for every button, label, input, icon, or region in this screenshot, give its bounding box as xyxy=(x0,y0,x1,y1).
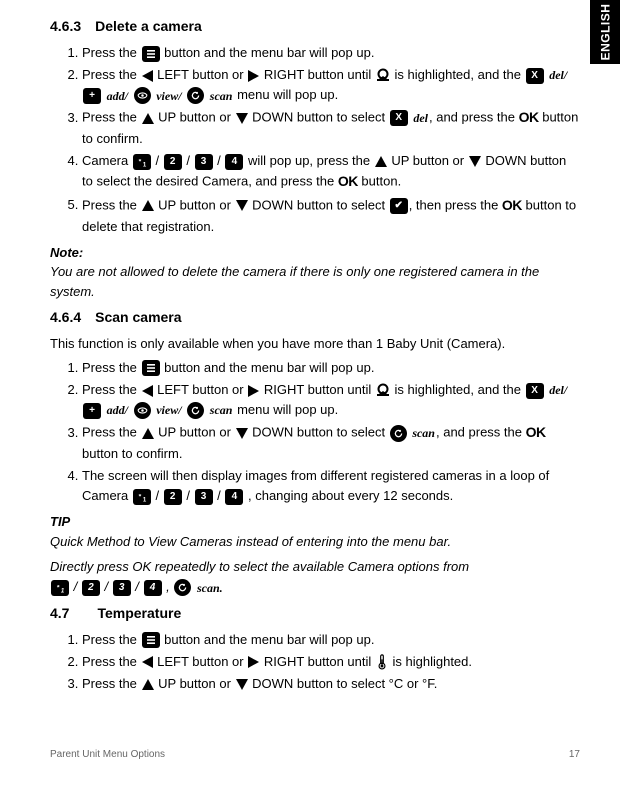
left-icon xyxy=(142,70,153,82)
list-item: Press the button and the menu bar will p… xyxy=(82,43,580,63)
list-item: The screen will then display images from… xyxy=(82,466,580,506)
ok-icon: OK xyxy=(502,197,522,213)
list-item: Press the UP button or DOWN button to se… xyxy=(82,674,580,694)
list-item: Camera *1 / 2 / 3 / 4 will pop up, press… xyxy=(82,151,580,193)
note-text: You are not allowed to delete the camera… xyxy=(50,262,580,301)
list-item: Press the UP button or DOWN button to se… xyxy=(82,107,580,149)
down-icon xyxy=(236,679,248,690)
up-icon xyxy=(142,200,154,211)
n4-icon: 4 xyxy=(225,489,243,505)
n3-icon: 3 xyxy=(113,580,131,596)
list-item: Press the LEFT button or RIGHT button un… xyxy=(82,65,580,105)
svg-text:1: 1 xyxy=(61,588,65,594)
page-footer: Parent Unit Menu Options 17 xyxy=(50,747,580,762)
right-icon xyxy=(248,656,259,668)
heading-464: 4.6.4Scan camera xyxy=(50,307,580,328)
check-icon: ✔ xyxy=(390,198,408,214)
list-item: Press the LEFT button or RIGHT button un… xyxy=(82,652,580,672)
tip-text: Quick Method to View Cameras instead of … xyxy=(50,532,580,552)
x-icon: X xyxy=(526,383,544,399)
tip-heading: TIP xyxy=(50,512,580,532)
list-item: Press the button and the menu bar will p… xyxy=(82,630,580,650)
up-icon xyxy=(375,156,387,167)
steps-463: Press the button and the menu bar will p… xyxy=(50,43,580,237)
up-icon xyxy=(142,679,154,690)
x-icon: X xyxy=(526,68,544,84)
svg-text:1: 1 xyxy=(143,497,147,503)
scan-icon xyxy=(390,425,407,442)
ok-icon: OK xyxy=(519,109,539,125)
svg-text:*: * xyxy=(57,584,60,591)
thermometer-icon xyxy=(375,654,389,670)
x-icon: X xyxy=(390,110,408,126)
eye-icon xyxy=(134,87,151,104)
n1-icon: *1 xyxy=(133,489,151,505)
up-icon xyxy=(142,428,154,439)
heading-47: 4.7Temperature xyxy=(50,603,580,624)
steps-47: Press the button and the menu bar will p… xyxy=(50,630,580,694)
steps-464: Press the button and the menu bar will p… xyxy=(50,358,580,507)
left-icon xyxy=(142,656,153,668)
n4-icon: 4 xyxy=(144,580,162,596)
n2-icon: 2 xyxy=(164,154,182,170)
camera-icon xyxy=(375,383,391,399)
down-icon xyxy=(469,156,481,167)
plus-icon: + xyxy=(83,88,101,104)
menu-icon xyxy=(142,46,160,62)
ok-icon: OK xyxy=(338,173,358,189)
right-icon xyxy=(248,385,259,397)
list-item: Press the UP button or DOWN button to se… xyxy=(82,195,580,237)
scan-icon xyxy=(187,87,204,104)
n4-icon: 4 xyxy=(225,154,243,170)
footer-page: 17 xyxy=(569,747,580,762)
up-icon xyxy=(142,113,154,124)
n3-icon: 3 xyxy=(195,489,213,505)
list-item: Press the UP button or DOWN button to se… xyxy=(82,422,580,464)
plus-icon: + xyxy=(83,403,101,419)
n3-icon: 3 xyxy=(195,154,213,170)
svg-text:*: * xyxy=(138,494,141,501)
menu-icon xyxy=(142,632,160,648)
n2-icon: 2 xyxy=(164,489,182,505)
down-icon xyxy=(236,113,248,124)
right-icon xyxy=(248,70,259,82)
note-heading: Note: xyxy=(50,243,580,263)
left-icon xyxy=(142,385,153,397)
camera-icon xyxy=(375,68,391,84)
svg-text:*: * xyxy=(138,159,141,166)
tip-text2: Directly press OK repeatedly to select t… xyxy=(50,557,580,596)
n1-icon: *1 xyxy=(133,154,151,170)
svg-text:1: 1 xyxy=(143,162,147,168)
heading-463: 4.6.3Delete a camera xyxy=(50,16,580,37)
eye-icon xyxy=(134,402,151,419)
n2-icon: 2 xyxy=(82,580,100,596)
list-item: Press the button and the menu bar will p… xyxy=(82,358,580,378)
down-icon xyxy=(236,428,248,439)
menu-icon xyxy=(142,360,160,376)
n1-icon: *1 xyxy=(51,580,69,596)
ok-icon: OK xyxy=(526,424,546,440)
intro-464: This function is only available when you… xyxy=(50,334,580,354)
scan-icon xyxy=(187,402,204,419)
scan-icon xyxy=(174,579,191,596)
footer-title: Parent Unit Menu Options xyxy=(50,747,165,762)
down-icon xyxy=(236,200,248,211)
list-item: Press the LEFT button or RIGHT button un… xyxy=(82,380,580,420)
